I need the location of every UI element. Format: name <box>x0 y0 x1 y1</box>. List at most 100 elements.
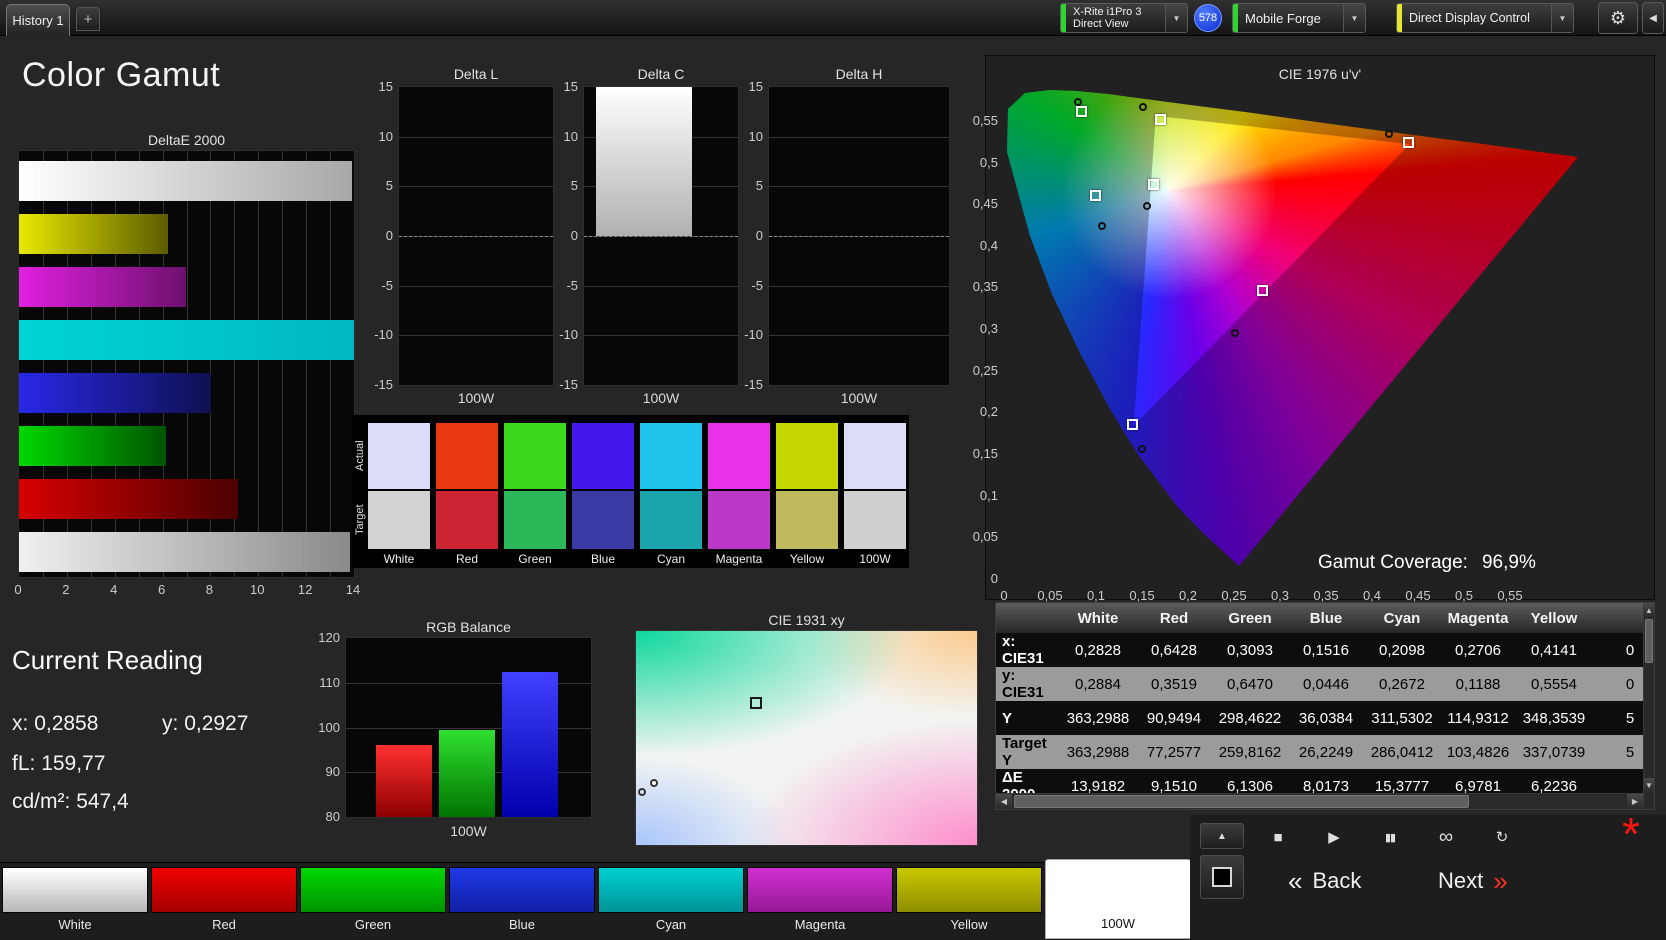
pause-icon: ▮▮ <box>1384 831 1396 844</box>
add-tab-button[interactable]: + <box>76 7 100 31</box>
target-swatch-yellow <box>776 491 838 549</box>
refresh-icon: ↻ <box>1495 829 1509 846</box>
target-swatch-red <box>436 491 498 549</box>
axis-tick-label: 0,3 <box>979 321 998 337</box>
chevron-down-icon[interactable]: ▼ <box>1165 4 1187 32</box>
axis-tick-label: 100 <box>318 719 340 735</box>
axis-tick-label: 10 <box>563 128 578 144</box>
back-button-label: Back <box>1312 868 1362 893</box>
axis-tick-label: 15 <box>563 79 578 94</box>
delta-h-xlabel: 100W <box>840 390 878 406</box>
pattern-patch-label: Yellow <box>950 917 988 932</box>
deltae-chart-title: DeltaE 2000 <box>147 132 226 148</box>
pattern-patch-yellow[interactable] <box>896 867 1042 913</box>
axis-tick-label: -15 <box>374 377 393 392</box>
pattern-patch-green[interactable] <box>300 867 446 913</box>
table-vertical-scrollbar[interactable]: ▲ ▼ <box>1643 603 1654 809</box>
actual-swatch-blue <box>572 423 634 489</box>
gridline <box>399 285 553 287</box>
delta-c-xlabel: 100W <box>642 390 680 406</box>
target-point-white <box>1147 178 1159 190</box>
delta-l-chart: 15 10 5 0 -5 -10 -15 <box>374 79 554 392</box>
meter-dropdown[interactable]: X-Rite i1Pro 3 Direct View ▼ <box>1060 3 1188 33</box>
next-button[interactable]: Next » <box>1438 863 1518 899</box>
axis-tick-label: 0 <box>990 571 998 586</box>
table-cell: 0,5554 <box>1531 675 1577 693</box>
arrow-up-icon: ▲ <box>1645 605 1653 615</box>
reading-lum-label: cd/m²: <box>12 790 71 813</box>
axis-tick-label: 0,35 <box>1313 588 1339 603</box>
collapse-panel-button[interactable]: ◀ <box>1642 2 1664 34</box>
axis-tick-label: 0 <box>1000 588 1008 603</box>
table-cell: 286,0412 <box>1370 743 1434 761</box>
reading-fl-label: fL: <box>12 752 36 775</box>
play-button[interactable]: ▶ <box>1310 823 1358 851</box>
back-button[interactable]: « Back <box>1278 863 1361 899</box>
table-cell: 103,4826 <box>1446 743 1510 761</box>
tab-history-label: History 1 <box>12 13 64 28</box>
rgb-bar-green <box>439 729 495 817</box>
scroll-down-button[interactable]: ▼ <box>1644 778 1654 792</box>
tab-history[interactable]: History 1 <box>6 4 70 36</box>
scroll-right-button[interactable]: ▶ <box>1627 794 1643 809</box>
pattern-up-button[interactable]: ▲ <box>1200 823 1244 849</box>
axis-tick-label: 0,45 <box>972 196 998 212</box>
chevron-down-icon[interactable]: ▼ <box>1551 4 1573 32</box>
settings-button[interactable]: ⚙ <box>1598 2 1638 34</box>
swatch-column-label: Green <box>518 552 552 566</box>
rgb-balance-xlabel: 100W <box>450 823 487 839</box>
cie1976-diagram: 0,55 0,5 0,45 0,4 0,35 0,3 0,25 0,2 0,15 0,1 0,05 0… <box>973 86 1649 603</box>
pause-button[interactable]: ▮▮ <box>1366 823 1414 851</box>
chevron-down-icon[interactable]: ▼ <box>1343 4 1365 32</box>
pattern-patch-red[interactable] <box>151 867 297 913</box>
axis-tick-label: 0,5 <box>1454 588 1474 603</box>
target-swatch-blue <box>572 491 634 549</box>
axis-tick-label: 10 <box>748 128 763 144</box>
deltae-bar-100w <box>19 532 351 572</box>
gridline <box>258 151 260 577</box>
reading-x: x: 0,2858 <box>12 712 98 736</box>
swatch-column-label: Magenta <box>715 552 763 566</box>
table-cell: 0,4141 <box>1531 641 1577 659</box>
table-horizontal-scrollbar[interactable]: ◀ ▶ <box>996 793 1643 809</box>
axis-tick-label: -10 <box>559 327 578 343</box>
scroll-up-button[interactable]: ▲ <box>1644 603 1654 617</box>
pattern-window-button[interactable] <box>1200 855 1244 899</box>
table-row-label: Y <box>1002 709 1013 727</box>
delta-c-title: Delta C <box>637 66 685 82</box>
axis-tick-label: 5 <box>755 178 763 194</box>
next-button-label: Next <box>1438 868 1484 893</box>
pattern-source-dropdown[interactable]: Mobile Forge ▼ <box>1232 3 1366 33</box>
scroll-left-button[interactable]: ◀ <box>996 794 1012 809</box>
pattern-patch-blue[interactable] <box>449 867 595 913</box>
swatch-column-label: 100W <box>859 552 891 566</box>
meter-line2: Direct View <box>1073 18 1129 30</box>
table-cell: 0,3093 <box>1227 641 1273 659</box>
play-icon: ▶ <box>1328 829 1340 846</box>
axis-tick-label: 0 <box>14 582 22 597</box>
pattern-patch-magenta[interactable] <box>747 867 893 913</box>
chevrons-right-icon: » <box>1493 865 1508 896</box>
rgb-balance-title: RGB Balance <box>426 619 511 635</box>
table-cell: 0,2672 <box>1379 675 1425 693</box>
pattern-patch-white[interactable] <box>2 867 148 913</box>
stop-button[interactable]: ■ <box>1254 823 1302 851</box>
actual-row-label: Actual <box>354 440 366 472</box>
loop-button[interactable]: ∞ <box>1422 823 1470 851</box>
table-cell: 363,2988 <box>1066 709 1130 727</box>
vertical-scroll-thumb[interactable] <box>1645 619 1653 663</box>
pattern-patch-100w[interactable]: 100W <box>1045 859 1191 939</box>
horizontal-scroll-thumb[interactable] <box>1014 795 1469 808</box>
table-cell: 36,0384 <box>1298 709 1354 727</box>
table-cell: 0,2884 <box>1075 675 1121 693</box>
gridline <box>584 335 738 337</box>
axis-tick-label: 0,4 <box>979 237 998 253</box>
pattern-patch-cyan[interactable] <box>598 867 744 913</box>
cie1976-title: CIE 1976 u'v' <box>1278 66 1362 82</box>
refresh-button[interactable]: ↻ <box>1478 823 1526 851</box>
table-row: x: CIE31 0,2828 0,6428 0,3093 0,1516 0,2098 0,… <box>996 633 1643 667</box>
table-cell: 0,2098 <box>1379 641 1425 659</box>
swatch-column-label: Cyan <box>656 552 685 566</box>
display-control-dropdown[interactable]: Direct Display Control ▼ <box>1396 3 1574 33</box>
target-row-label: Target <box>354 504 366 536</box>
